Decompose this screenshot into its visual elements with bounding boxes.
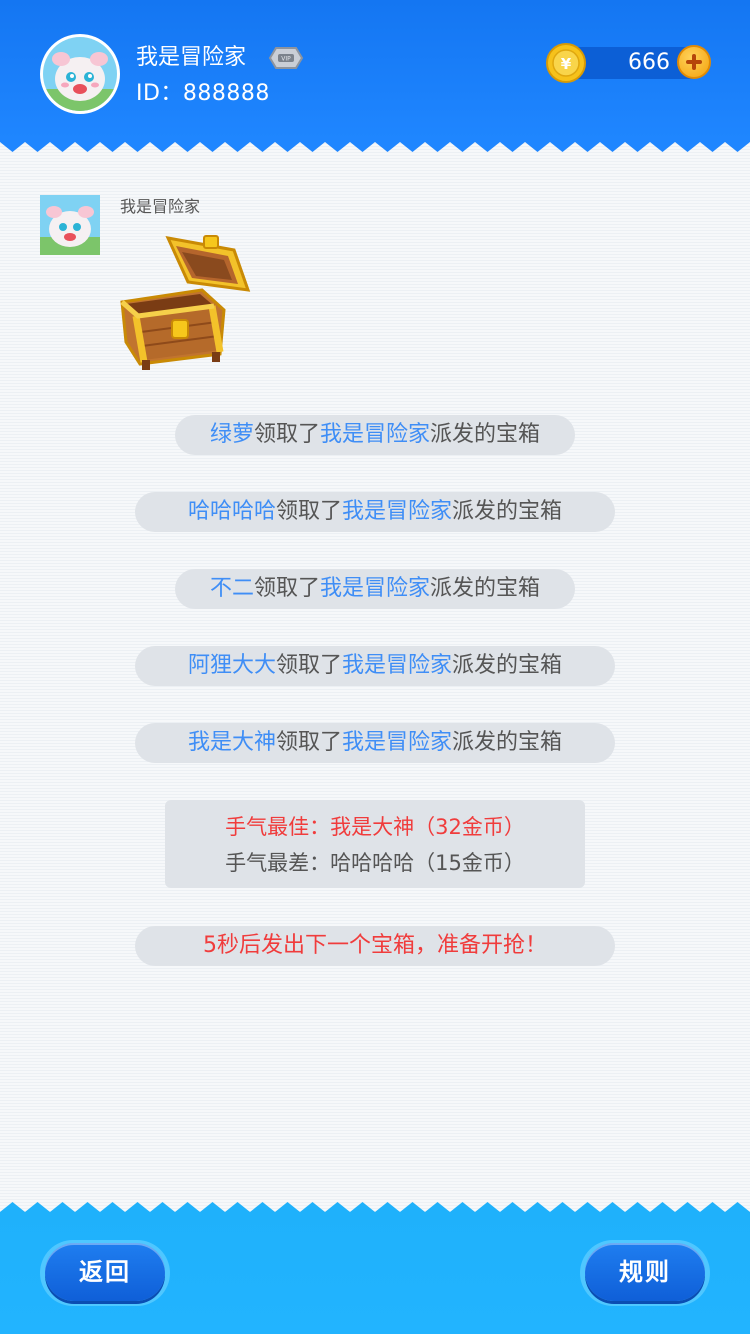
sender-link[interactable]: 我是冒险家: [342, 730, 452, 755]
username: 我是冒险家: [136, 45, 247, 70]
user-id: ID：888888: [136, 81, 270, 106]
worst-luck-text: 手气最差：哈哈哈哈（15金币）: [225, 851, 525, 875]
claim-message: 哈哈哈哈领取了我是冒险家派发的宝箱: [135, 492, 615, 532]
claim-message: 不二领取了我是冒险家派发的宝箱: [175, 569, 575, 609]
svg-text:¥: ¥: [561, 55, 572, 73]
claim-message: 绿萝领取了我是冒险家派发的宝箱: [175, 415, 575, 455]
header-scallop-edge: [0, 136, 750, 152]
best-luck-text: 手气最佳：我是大神（32金币）: [225, 815, 525, 839]
treasure-chest-icon[interactable]: [116, 232, 254, 374]
sender-link[interactable]: 我是冒险家: [342, 653, 452, 678]
coin-amount: 666: [628, 50, 670, 75]
result-summary: 手气最佳：我是大神（32金币） 手气最差：哈哈哈哈（15金币）: [165, 800, 585, 888]
claimer-name[interactable]: 我是大神: [188, 730, 276, 755]
claim-message: 我是大神领取了我是冒险家派发的宝箱: [135, 723, 615, 763]
plus-icon[interactable]: [677, 45, 711, 79]
next-chest-notice: 5秒后发出下一个宝箱，准备开抢！: [135, 926, 615, 966]
rules-button[interactable]: 规则: [585, 1243, 705, 1301]
claimer-name[interactable]: 绿萝: [210, 422, 254, 447]
sender-link[interactable]: 我是冒险家: [320, 576, 430, 601]
sender-name: 我是冒险家: [120, 197, 201, 216]
sender-link[interactable]: 我是冒险家: [320, 422, 430, 447]
claimer-name[interactable]: 阿狸大大: [188, 653, 276, 678]
back-button[interactable]: 返回: [45, 1243, 165, 1301]
gold-coin-icon: ¥: [546, 43, 586, 83]
claim-message: 阿狸大大领取了我是冒险家派发的宝箱: [135, 646, 615, 686]
vip-badge-icon: VIP: [268, 47, 304, 69]
claimer-name[interactable]: 哈哈哈哈: [188, 499, 276, 524]
svg-text:VIP: VIP: [281, 56, 291, 63]
user-avatar[interactable]: [40, 34, 120, 114]
sender-link[interactable]: 我是冒险家: [342, 499, 452, 524]
sender-avatar[interactable]: [40, 195, 100, 255]
claimer-name[interactable]: 不二: [210, 576, 254, 601]
